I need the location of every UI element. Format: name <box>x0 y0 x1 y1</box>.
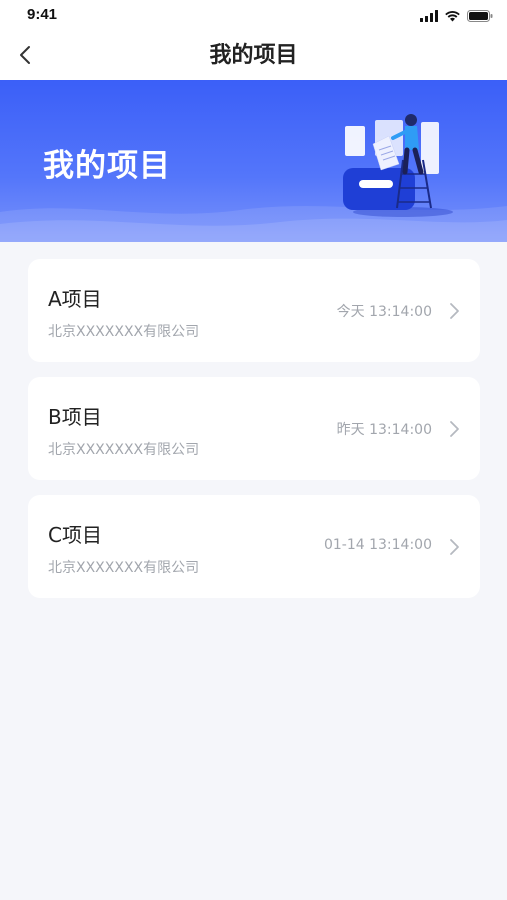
project-time: 昨天 13:14:00 <box>336 422 432 438</box>
back-button[interactable] <box>10 40 40 70</box>
project-name: C项目 <box>48 523 102 547</box>
header-banner: 我的项目 <box>0 80 507 242</box>
project-time: 今天 13:14:00 <box>336 304 432 320</box>
cellular-signal-icon <box>420 10 438 22</box>
chevron-left-icon <box>20 46 30 64</box>
project-company: 北京XXXXXXX有限公司 <box>48 442 200 458</box>
project-name: A项目 <box>48 287 102 311</box>
status-icons <box>420 8 493 24</box>
wifi-icon <box>445 11 460 22</box>
project-list: A项目 北京XXXXXXX有限公司 今天 13:14:00 B项目 北京XXXX… <box>28 259 480 613</box>
status-time: 9:41 <box>27 6 58 23</box>
chevron-right-icon <box>450 539 459 555</box>
battery-icon <box>467 10 493 22</box>
project-card[interactable]: C项目 北京XXXXXXX有限公司 01-14 13:14:00 <box>28 495 480 598</box>
project-time: 01-14 13:14:00 <box>323 537 432 553</box>
page-title: 我的项目 <box>209 43 298 68</box>
project-name: B项目 <box>48 405 102 429</box>
banner-title: 我的项目 <box>43 148 171 184</box>
chevron-right-icon <box>450 421 459 437</box>
project-card[interactable]: A项目 北京XXXXXXX有限公司 今天 13:14:00 <box>28 259 480 362</box>
project-company: 北京XXXXXXX有限公司 <box>48 560 200 576</box>
project-illustration <box>343 114 453 217</box>
chevron-right-icon <box>450 303 459 319</box>
navigation-bar: 我的项目 <box>0 32 507 80</box>
project-company: 北京XXXXXXX有限公司 <box>48 324 200 340</box>
project-card[interactable]: B项目 北京XXXXXXX有限公司 昨天 13:14:00 <box>28 377 480 480</box>
status-bar: 9:41 <box>0 0 507 32</box>
